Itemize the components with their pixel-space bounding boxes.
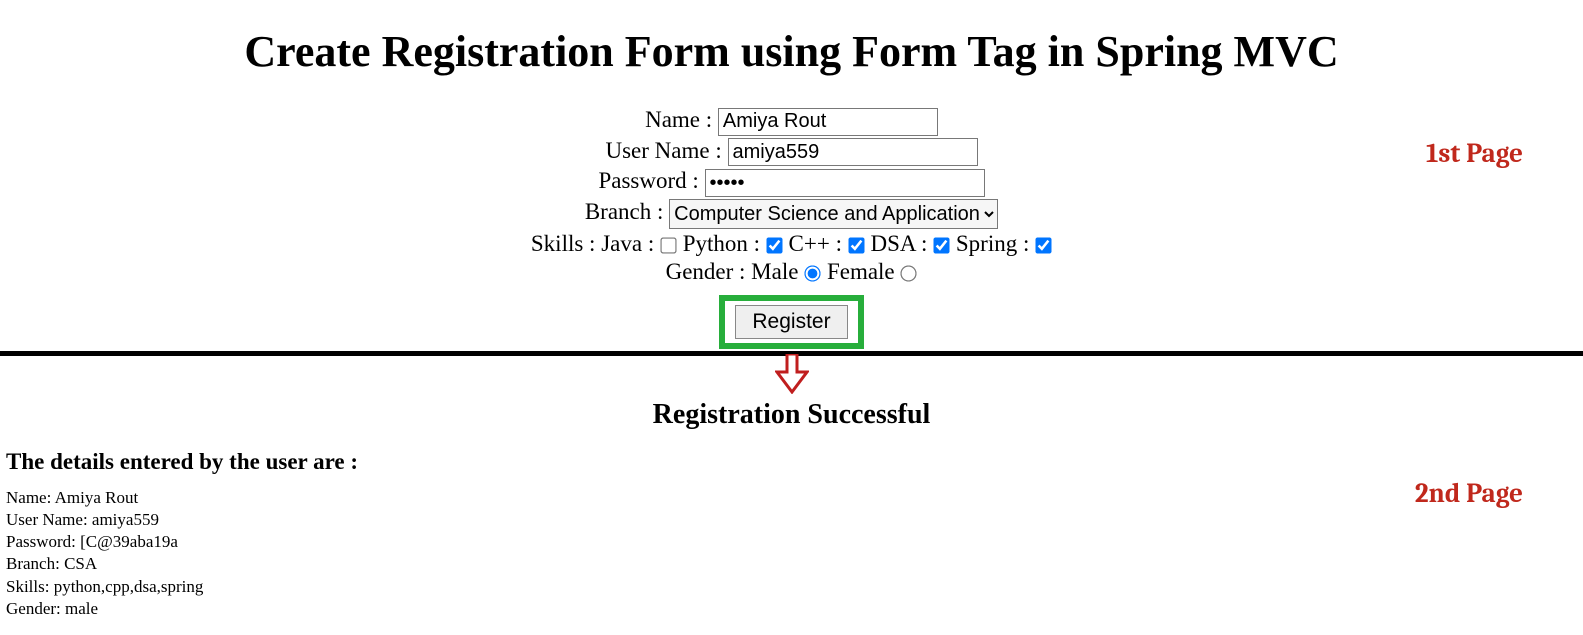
skill-spring-label: Spring :	[956, 231, 1029, 256]
registration-form: Name : User Name : Password : Branch : C…	[531, 105, 1052, 351]
details-heading: The details entered by the user are :	[6, 449, 1583, 475]
branch-select[interactable]: Computer Science and Application	[669, 199, 998, 229]
password-row: Password :	[531, 168, 1052, 197]
username-input[interactable]	[728, 138, 978, 166]
name-label: Name :	[645, 107, 712, 133]
skills-label: Skills :	[531, 231, 596, 257]
gender-male-label: Male	[751, 259, 798, 284]
register-highlight-box: Register	[719, 295, 863, 349]
skill-python-checkbox[interactable]	[766, 238, 782, 254]
skills-row: Skills : Java : Python : C++ : DSA : Spr…	[531, 231, 1052, 257]
register-button[interactable]: Register	[735, 305, 847, 339]
skill-python-label: Python :	[683, 231, 760, 256]
gender-female-radio[interactable]	[901, 266, 917, 282]
detail-line: Gender: male	[6, 598, 1583, 620]
register-row: Register	[531, 287, 1052, 349]
annotation-1st-page: 1st Page	[1426, 138, 1523, 169]
branch-row: Branch : Computer Science and Applicatio…	[531, 199, 1052, 229]
skill-spring-checkbox[interactable]	[1035, 238, 1051, 254]
password-label: Password :	[598, 168, 698, 194]
detail-line: User Name: amiya559	[6, 509, 1583, 531]
username-row: User Name :	[531, 138, 1052, 167]
branch-label: Branch :	[585, 199, 664, 225]
gender-male-radio[interactable]	[805, 266, 821, 282]
gender-female-label: Female	[827, 259, 895, 284]
detail-line: Skills: python,cpp,dsa,spring	[6, 576, 1583, 598]
page-title: Create Registration Form using Form Tag …	[0, 26, 1583, 77]
details-block: Name: Amiya Rout User Name: amiya559 Pas…	[6, 487, 1583, 620]
gender-label: Gender :	[666, 259, 746, 285]
detail-line: Branch: CSA	[6, 553, 1583, 575]
page-2: Registration Successful The details ente…	[0, 399, 1583, 620]
down-arrow	[0, 354, 1583, 399]
arrow-down-icon	[775, 354, 809, 394]
skill-dsa-checkbox[interactable]	[934, 238, 950, 254]
page-1: Create Registration Form using Form Tag …	[0, 0, 1583, 351]
username-label: User Name :	[606, 138, 722, 164]
detail-line: Password: [C@39aba19a	[6, 531, 1583, 553]
name-input[interactable]	[718, 108, 938, 136]
skill-java-checkbox[interactable]	[660, 238, 676, 254]
detail-line: Name: Amiya Rout	[6, 487, 1583, 509]
password-input[interactable]	[705, 169, 985, 197]
skill-cpp-label: C++ :	[789, 231, 842, 256]
annotation-2nd-page: 2nd Page	[1415, 478, 1523, 509]
gender-row: Gender : Male Female	[531, 259, 1052, 285]
skill-cpp-checkbox[interactable]	[848, 238, 864, 254]
name-row: Name :	[531, 107, 1052, 136]
success-title: Registration Successful	[0, 399, 1583, 431]
skill-dsa-label: DSA :	[870, 231, 927, 256]
skill-java-label: Java :	[601, 231, 654, 256]
